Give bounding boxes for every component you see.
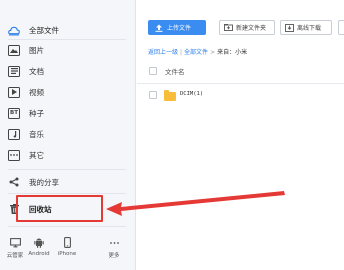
annotation-arrow: [106, 191, 285, 216]
